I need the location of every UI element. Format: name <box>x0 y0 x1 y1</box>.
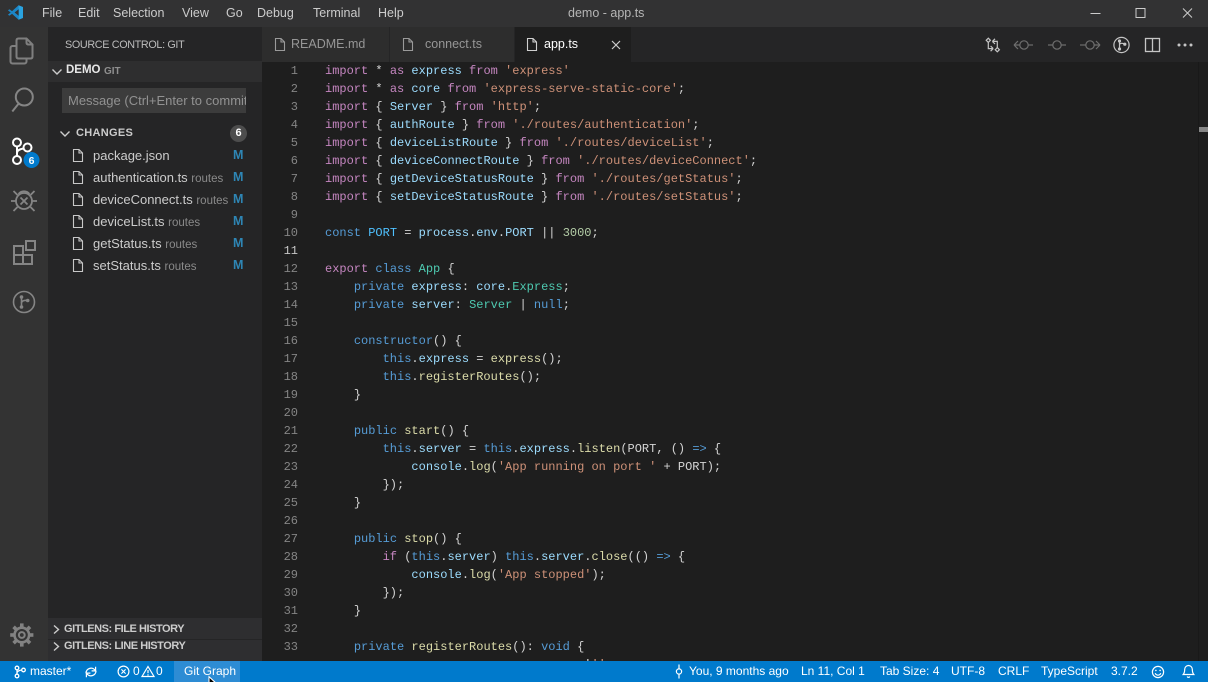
svg-text:6: 6 <box>29 155 35 167</box>
